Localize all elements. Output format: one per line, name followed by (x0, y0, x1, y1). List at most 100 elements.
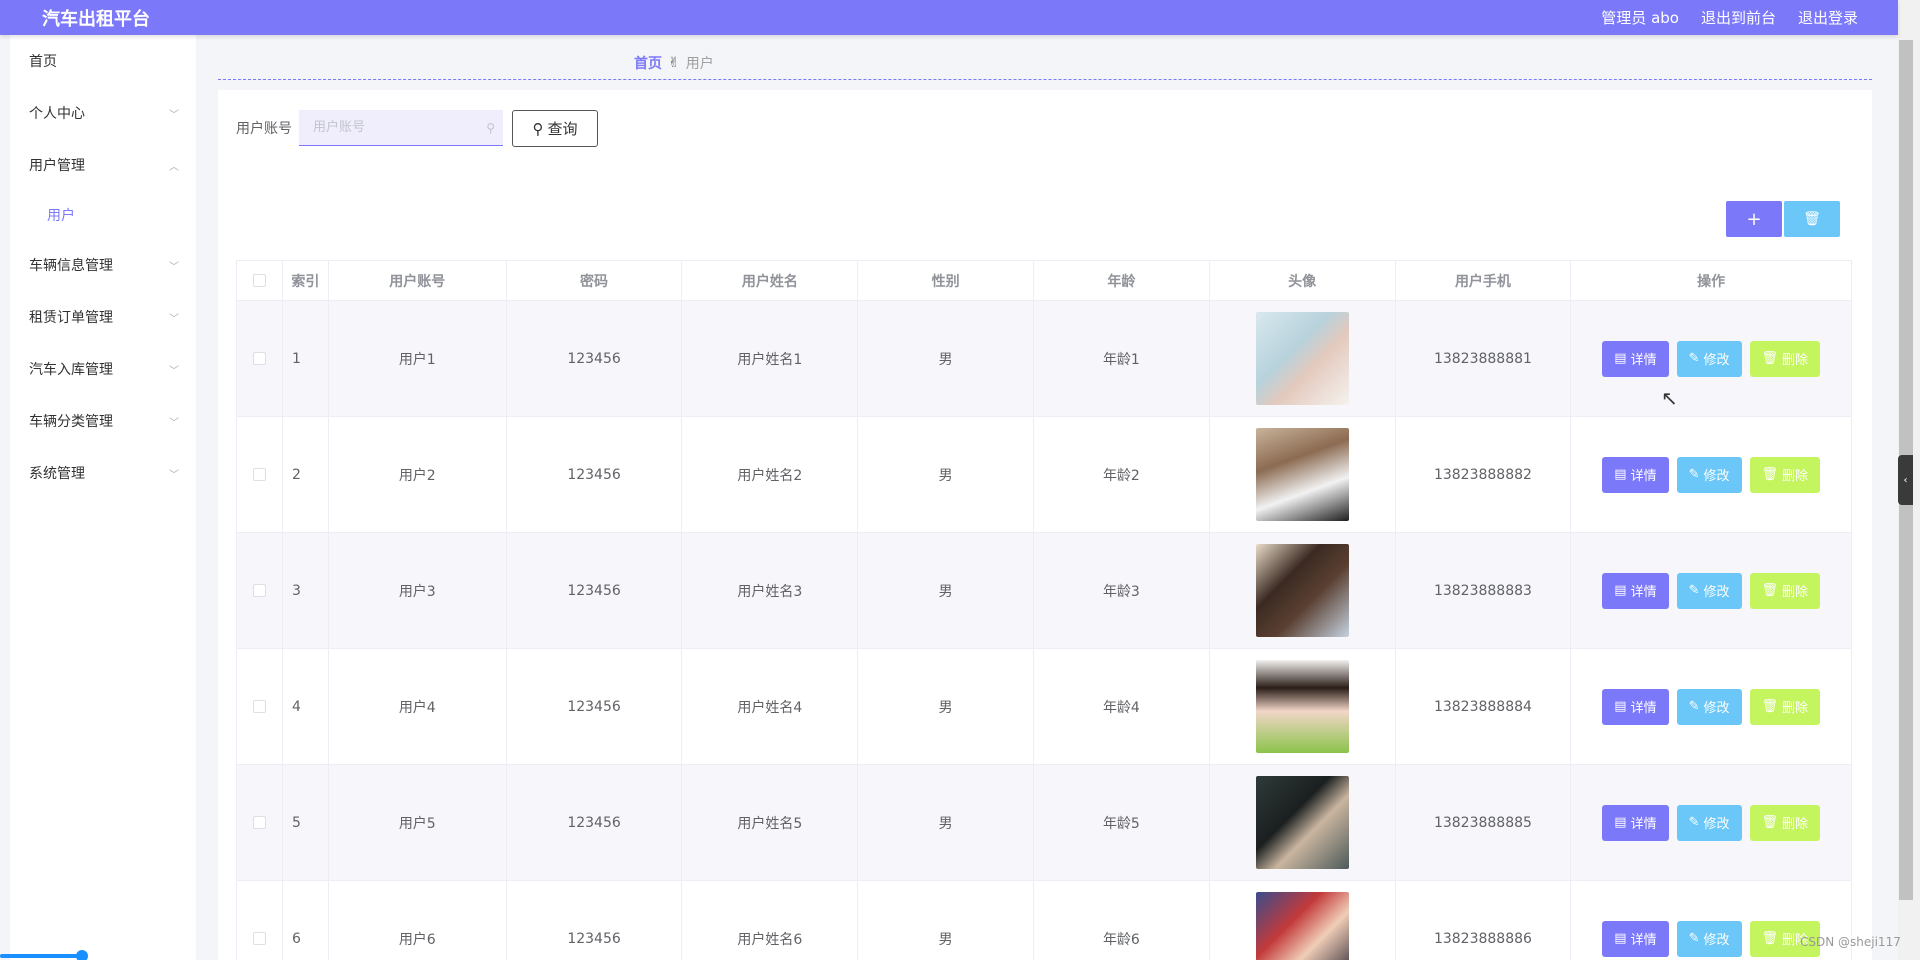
pencil-icon: ✎ (1688, 815, 1700, 830)
trash-icon: 🗑 (1761, 699, 1779, 714)
cell-name: 用户姓名6 (682, 881, 859, 960)
sidebar-item-vehicle-info[interactable]: 车辆信息管理 ﹀ (29, 255, 179, 275)
delete-button[interactable]: 🗑 删除 (1749, 340, 1821, 377)
document-icon: ▤ (1614, 699, 1627, 714)
cell-index: 1 (283, 301, 329, 416)
edit-button-label: 修改 (1703, 353, 1730, 368)
cell-index: 2 (283, 417, 329, 532)
detail-button[interactable]: ▤ 详情 (1602, 804, 1669, 841)
edit-button[interactable]: ✎ 修改 (1676, 456, 1742, 493)
batch-delete-button[interactable]: 🗑 (1784, 201, 1840, 237)
header-age: 年龄 (1034, 261, 1210, 300)
cell-gender: 男 (858, 417, 1035, 532)
search-input[interactable] (313, 120, 473, 135)
delete-button[interactable]: 🗑 删除 (1749, 456, 1821, 493)
cell-phone: 13823888882 (1396, 417, 1572, 532)
content-panel: 用户账号 ⚲ ⚲ 查询 + 🗑 索引 用户账号 密码 用户姓名 性别 年龄 头像… (218, 90, 1872, 960)
cell-gender: 男 (858, 301, 1035, 416)
row-checkbox[interactable] (252, 352, 266, 365)
cell-avatar (1210, 533, 1396, 648)
breadcrumb-home[interactable]: 首页 (634, 53, 662, 73)
sidebar-item-user-management[interactable]: 用户管理 ︿ (29, 155, 179, 175)
detail-button[interactable]: ▤ 详情 (1602, 688, 1669, 725)
bottom-progress-handle[interactable] (76, 950, 88, 960)
query-button[interactable]: ⚲ 查询 (512, 110, 598, 147)
delete-button[interactable]: 🗑 删除 (1749, 804, 1821, 841)
trash-icon: 🗑 (1761, 931, 1779, 946)
add-button[interactable]: + (1726, 201, 1782, 237)
table-body: 1 用户1 123456 用户姓名1 男 年龄1 13823888881 ▤ 详情… (237, 301, 1851, 960)
detail-button[interactable]: ▤ 详情 (1602, 572, 1669, 609)
sidebar-item-rental-orders[interactable]: 租赁订单管理 ﹀ (29, 307, 179, 327)
edit-button[interactable]: ✎ 修改 (1676, 688, 1742, 725)
document-icon: ▤ (1614, 931, 1627, 946)
sidebar-item-vehicle-category[interactable]: 车辆分类管理 ﹀ (29, 411, 179, 431)
cell-avatar (1210, 417, 1396, 532)
row-checkbox[interactable] (252, 468, 266, 481)
cell-actions: ▤ 详情 ✎ 修改 🗑 删除 (1571, 649, 1851, 764)
cell-phone: 13823888885 (1396, 765, 1572, 880)
delete-button-label: 删除 (1782, 817, 1809, 832)
sidebar-subitem-users[interactable]: 用户 (47, 205, 75, 225)
cell-index: 3 (283, 533, 329, 648)
avatar (1255, 428, 1349, 521)
row-checkbox[interactable] (252, 816, 266, 829)
sidebar-item-personal-center[interactable]: 个人中心 ﹀ (29, 103, 179, 123)
search-icon: ⚲ (486, 120, 495, 135)
edit-button[interactable]: ✎ 修改 (1676, 920, 1742, 957)
trash-icon: 🗑 (1761, 467, 1779, 482)
edit-button[interactable]: ✎ 修改 (1676, 572, 1742, 609)
delete-button-label: 删除 (1782, 701, 1809, 716)
pencil-icon: ✎ (1688, 931, 1700, 946)
select-all-checkbox[interactable] (252, 274, 266, 287)
cell-actions: ▤ 详情 ✎ 修改 🗑 删除 (1571, 533, 1851, 648)
logout-link[interactable]: 退出登录 (1798, 7, 1858, 28)
cell-actions: ▤ 详情 ✎ 修改 🗑 删除 (1571, 417, 1851, 532)
table-row: 6 用户6 123456 用户姓名6 男 年龄6 13823888886 ▤ 详情… (237, 881, 1851, 960)
breadcrumb: 首页 ✌ 用户 (634, 53, 714, 73)
edit-button[interactable]: ✎ 修改 (1676, 804, 1742, 841)
cell-phone: 13823888886 (1396, 881, 1572, 960)
cell-gender: 男 (858, 533, 1035, 648)
header-password: 密码 (507, 261, 683, 300)
row-checkbox[interactable] (252, 700, 266, 713)
cell-avatar (1210, 765, 1396, 880)
cell-password: 123456 (507, 533, 683, 648)
watermark: CSDN @sheji117 (1800, 935, 1901, 949)
chevron-left-icon[interactable]: ‹ (1898, 455, 1913, 505)
row-select-cell (237, 881, 283, 960)
avatar (1255, 776, 1349, 869)
cell-password: 123456 (507, 301, 683, 416)
detail-button[interactable]: ▤ 详情 (1602, 340, 1669, 377)
back-to-frontend-link[interactable]: 退出到前台 (1701, 7, 1776, 28)
cell-phone: 13823888883 (1396, 533, 1572, 648)
pencil-icon: ✎ (1688, 351, 1700, 366)
document-icon: ▤ (1614, 351, 1627, 366)
avatar (1255, 544, 1349, 637)
search-field-wrapper: ⚲ (299, 110, 503, 146)
delete-button[interactable]: 🗑 删除 (1749, 572, 1821, 609)
detail-button[interactable]: ▤ 详情 (1602, 920, 1669, 957)
delete-button-label: 删除 (1782, 469, 1809, 484)
table-row: 2 用户2 123456 用户姓名2 男 年龄2 13823888882 ▤ 详情… (237, 417, 1851, 533)
row-checkbox[interactable] (252, 932, 266, 945)
sidebar-item-system[interactable]: 系统管理 ﹀ (29, 463, 179, 483)
delete-button-label: 删除 (1782, 585, 1809, 600)
detail-button-label: 详情 (1630, 353, 1657, 368)
table-header: 索引 用户账号 密码 用户姓名 性别 年龄 头像 用户手机 操作 (237, 261, 1851, 301)
search-label: 用户账号 (236, 121, 292, 137)
cell-gender: 男 (858, 649, 1035, 764)
cell-name: 用户姓名4 (682, 649, 859, 764)
row-select-cell (237, 417, 283, 532)
delete-button[interactable]: 🗑 删除 (1749, 688, 1821, 725)
cell-age: 年龄2 (1034, 417, 1210, 532)
row-select-cell (237, 765, 283, 880)
detail-button[interactable]: ▤ 详情 (1602, 456, 1669, 493)
cell-avatar (1210, 649, 1396, 764)
sidebar-item-vehicle-stock[interactable]: 汽车入库管理 ﹀ (29, 359, 179, 379)
header-index: 索引 (283, 261, 329, 300)
cell-account: 用户6 (329, 881, 507, 960)
row-checkbox[interactable] (252, 584, 266, 597)
sidebar-item-home[interactable]: 首页 (29, 51, 179, 71)
edit-button[interactable]: ✎ 修改 (1676, 340, 1742, 377)
